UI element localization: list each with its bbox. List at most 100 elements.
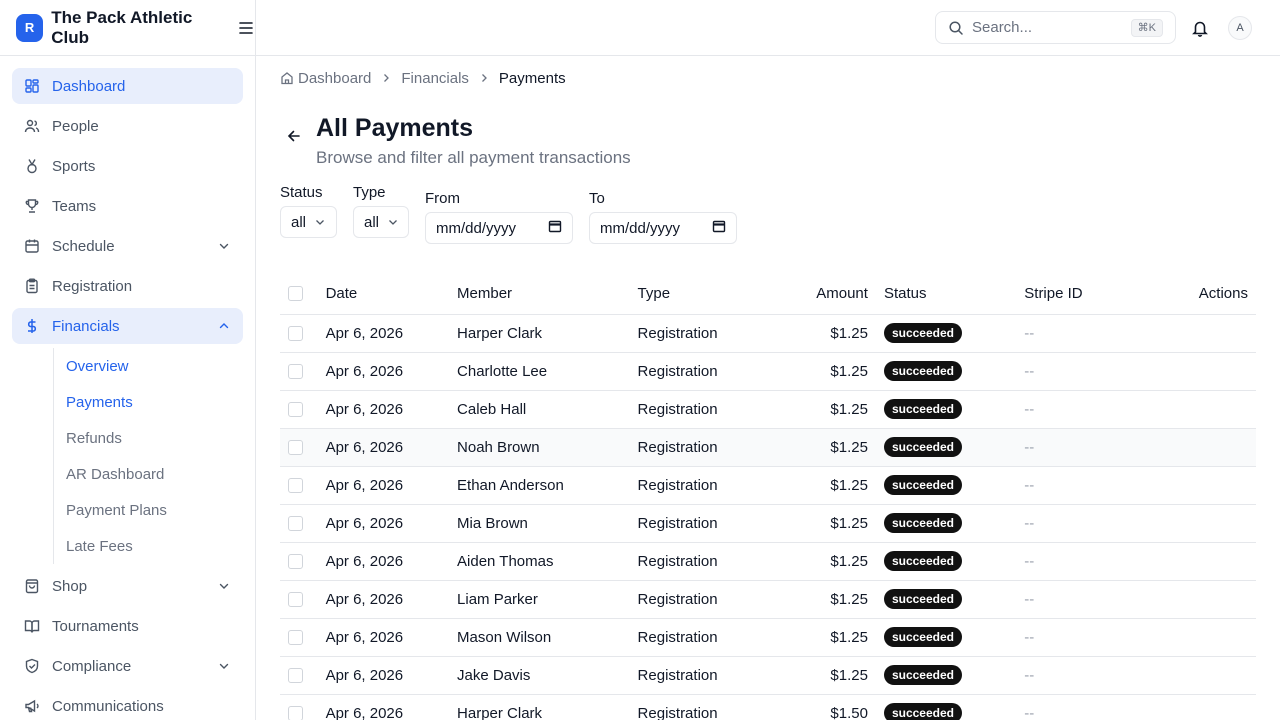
chevron-down-icon[interactable] <box>217 579 231 593</box>
cell-member: Noah Brown <box>457 428 638 467</box>
chevron-up-icon[interactable] <box>217 319 231 333</box>
cell-status: succeeded <box>883 504 1025 543</box>
table-row[interactable]: Apr 6, 2026 Harper Clark Registration $1… <box>280 314 1256 353</box>
row-checkbox[interactable] <box>288 363 303 379</box>
column-header-member[interactable]: Member <box>457 274 638 315</box>
column-header-amount[interactable]: Amount <box>762 274 884 315</box>
cell-date: Apr 6, 2026 <box>325 656 458 695</box>
row-checkbox[interactable] <box>288 629 303 645</box>
sidebar-item-financials[interactable]: Financials <box>12 308 243 344</box>
subnav-item-payment-plans[interactable]: Payment Plans <box>66 492 243 528</box>
column-header-status[interactable]: Status <box>883 274 1025 315</box>
page-header: All Payments Browse and filter all payme… <box>280 112 1256 190</box>
cell-date: Apr 6, 2026 <box>325 466 458 505</box>
column-header-type[interactable]: Type <box>637 274 763 315</box>
back-arrow-icon[interactable] <box>284 126 304 146</box>
cell-amount: $1.25 <box>762 542 884 581</box>
breadcrumb-item-financials[interactable]: Financials <box>401 70 469 87</box>
sidebar-item-dashboard[interactable]: Dashboard <box>12 68 243 104</box>
to-filter: To mm/dd/yyyy <box>589 190 737 244</box>
row-checkbox[interactable] <box>288 477 303 493</box>
calendar-icon[interactable] <box>712 219 726 237</box>
cell-amount: $1.25 <box>762 618 884 657</box>
bell-icon[interactable] <box>1190 18 1210 38</box>
cell-stripe-id: -- <box>1024 542 1199 581</box>
chevron-down-icon[interactable] <box>217 239 231 253</box>
cell-date: Apr 6, 2026 <box>325 504 458 543</box>
row-checkbox[interactable] <box>288 705 303 720</box>
type-select-value: all <box>364 213 380 231</box>
hamburger-menu-icon[interactable] <box>238 19 255 37</box>
from-date-input[interactable]: mm/dd/yyyy <box>425 212 573 244</box>
table-header-row: Date Member Type Amount Status Stripe ID… <box>280 274 1256 315</box>
avatar[interactable]: A <box>1228 16 1252 40</box>
chevron-right-icon <box>381 73 391 83</box>
row-checkbox[interactable] <box>288 515 303 531</box>
table-row[interactable]: Apr 6, 2026 Noah Brown Registration $1.2… <box>280 428 1256 467</box>
brand-bar: R The Pack Athletic Club <box>0 0 255 56</box>
sidebar-item-communications[interactable]: Communications <box>12 688 243 720</box>
cell-stripe-id: -- <box>1024 314 1199 353</box>
status-badge: succeeded <box>883 361 962 381</box>
sidebar-item-shop[interactable]: Shop <box>12 568 243 604</box>
table-row[interactable]: Apr 6, 2026 Aiden Thomas Registration $1… <box>280 542 1256 581</box>
status-badge: succeeded <box>883 627 962 647</box>
table-row[interactable]: Apr 6, 2026 Mia Brown Registration $1.25… <box>280 504 1256 543</box>
subnav-item-payments[interactable]: Payments <box>66 384 243 420</box>
select-all-checkbox[interactable] <box>288 286 303 302</box>
breadcrumb: Dashboard Financials Payments <box>280 56 1256 100</box>
cell-stripe-id: -- <box>1024 352 1199 391</box>
to-date-input[interactable]: mm/dd/yyyy <box>589 212 737 244</box>
row-checkbox[interactable] <box>288 591 303 607</box>
subnav-item-ar-dashboard[interactable]: AR Dashboard <box>66 456 243 492</box>
cell-actions <box>1198 694 1256 720</box>
sidebar-item-compliance[interactable]: Compliance <box>12 648 243 684</box>
cell-amount: $1.25 <box>762 580 884 619</box>
column-header-date[interactable]: Date <box>325 274 458 315</box>
megaphone-icon <box>24 698 40 714</box>
to-date-placeholder: mm/dd/yyyy <box>600 219 681 237</box>
table-row[interactable]: Apr 6, 2026 Ethan Anderson Registration … <box>280 466 1256 505</box>
medal-icon <box>24 158 40 174</box>
cell-actions <box>1198 428 1256 467</box>
column-header-stripe-id[interactable]: Stripe ID <box>1024 274 1199 315</box>
search-box[interactable]: Search... ⌘K <box>935 11 1176 44</box>
sidebar-item-people[interactable]: People <box>12 108 243 144</box>
search-icon <box>948 20 964 36</box>
table-row[interactable]: Apr 6, 2026 Harper Clark Registration $1… <box>280 694 1256 720</box>
brand-logo[interactable]: R <box>16 13 44 42</box>
subnav-item-refunds[interactable]: Refunds <box>66 420 243 456</box>
brand-name[interactable]: The Pack Athletic Club <box>51 8 229 48</box>
subnav-item-overview[interactable]: Overview <box>66 348 243 384</box>
subnav-item-late-fees[interactable]: Late Fees <box>66 528 243 564</box>
cell-type: Registration <box>637 352 763 391</box>
chevron-down-icon[interactable] <box>217 659 231 673</box>
search-input[interactable]: Search... <box>972 19 1131 36</box>
sidebar-item-tournaments[interactable]: Tournaments <box>12 608 243 644</box>
row-checkbox[interactable] <box>288 553 303 569</box>
row-checkbox[interactable] <box>288 667 303 683</box>
cell-type: Registration <box>637 390 763 429</box>
row-checkbox[interactable] <box>288 325 303 341</box>
table-row[interactable]: Apr 6, 2026 Mason Wilson Registration $1… <box>280 618 1256 657</box>
table-row[interactable]: Apr 6, 2026 Caleb Hall Registration $1.2… <box>280 390 1256 429</box>
row-checkbox[interactable] <box>288 439 303 455</box>
payments-table: Date Member Type Amount Status Stripe ID… <box>280 274 1256 720</box>
table-row[interactable]: Apr 6, 2026 Charlotte Lee Registration $… <box>280 352 1256 391</box>
shield-icon <box>24 658 40 674</box>
type-select[interactable]: all <box>353 206 409 238</box>
sidebar-item-registration[interactable]: Registration <box>12 268 243 304</box>
cell-type: Registration <box>637 466 763 505</box>
from-date-placeholder: mm/dd/yyyy <box>436 219 517 237</box>
sidebar-item-sports[interactable]: Sports <box>12 148 243 184</box>
calendar-icon[interactable] <box>548 219 562 237</box>
table-row[interactable]: Apr 6, 2026 Liam Parker Registration $1.… <box>280 580 1256 619</box>
from-filter: From mm/dd/yyyy <box>425 190 573 244</box>
sidebar-item-schedule[interactable]: Schedule <box>12 228 243 264</box>
breadcrumb-item-dashboard[interactable]: Dashboard <box>280 70 371 87</box>
table-row[interactable]: Apr 6, 2026 Jake Davis Registration $1.2… <box>280 656 1256 695</box>
status-select[interactable]: all <box>280 206 337 238</box>
sidebar-item-teams[interactable]: Teams <box>12 188 243 224</box>
cell-type: Registration <box>637 618 763 657</box>
row-checkbox[interactable] <box>288 401 303 417</box>
